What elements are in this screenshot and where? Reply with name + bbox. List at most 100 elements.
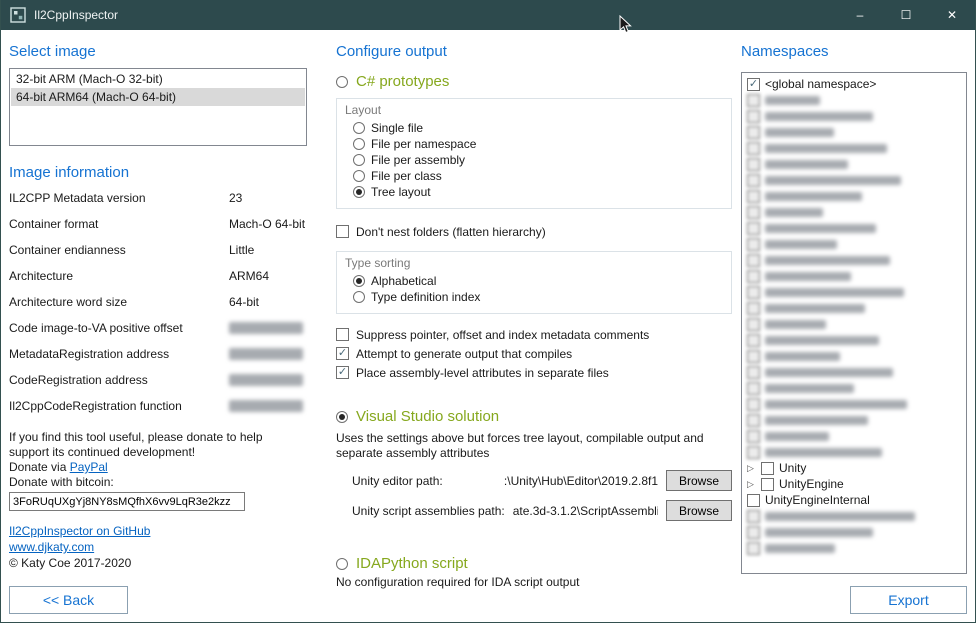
namespace-row[interactable] bbox=[744, 108, 964, 124]
idapython-radio[interactable] bbox=[336, 558, 348, 570]
namespace-row[interactable] bbox=[744, 204, 964, 220]
checkbox[interactable] bbox=[747, 238, 760, 251]
namespace-row[interactable] bbox=[744, 540, 964, 556]
unity-script-browse-button[interactable]: Browse bbox=[666, 500, 732, 521]
website-link[interactable]: www.djkaty.com bbox=[9, 540, 94, 554]
visual-studio-radio[interactable] bbox=[336, 411, 348, 423]
namespace-row[interactable] bbox=[744, 172, 964, 188]
type-sorting-option[interactable]: Type definition index bbox=[353, 289, 723, 304]
layout-option[interactable]: File per assembly bbox=[353, 152, 723, 167]
checkbox[interactable] bbox=[761, 478, 774, 491]
namespace-row[interactable] bbox=[744, 92, 964, 108]
checkbox[interactable] bbox=[747, 190, 760, 203]
image-list[interactable]: 32-bit ARM (Mach-O 32-bit)64-bit ARM64 (… bbox=[9, 68, 307, 146]
checkbox[interactable] bbox=[747, 286, 760, 299]
checkbox[interactable] bbox=[747, 318, 760, 331]
idapython-option[interactable]: IDAPython script bbox=[336, 555, 732, 572]
namespace-row[interactable] bbox=[744, 284, 964, 300]
csharp-prototypes-radio[interactable] bbox=[336, 76, 348, 88]
namespace-row[interactable] bbox=[744, 364, 964, 380]
checkbox[interactable] bbox=[747, 126, 760, 139]
checkbox[interactable] bbox=[747, 446, 760, 459]
namespace-row[interactable] bbox=[744, 348, 964, 364]
checkbox[interactable] bbox=[747, 222, 760, 235]
namespace-row[interactable] bbox=[744, 524, 964, 540]
namespace-row[interactable]: ✓<global namespace> bbox=[744, 76, 964, 92]
output-option-checkbox-row[interactable]: ✓Place assembly-level attributes in sepa… bbox=[336, 366, 732, 380]
expander-icon[interactable]: ▷ bbox=[747, 460, 756, 476]
flatten-checkbox[interactable] bbox=[336, 225, 349, 238]
checkbox[interactable] bbox=[747, 382, 760, 395]
namespace-row[interactable] bbox=[744, 332, 964, 348]
checkbox[interactable] bbox=[747, 254, 760, 267]
namespace-row[interactable] bbox=[744, 188, 964, 204]
namespace-row[interactable] bbox=[744, 220, 964, 236]
checkbox[interactable] bbox=[747, 302, 760, 315]
checkbox[interactable] bbox=[747, 206, 760, 219]
checkbox[interactable]: ✓ bbox=[747, 78, 760, 91]
checkbox[interactable] bbox=[747, 94, 760, 107]
bitcoin-address-input[interactable] bbox=[9, 492, 245, 511]
checkbox[interactable] bbox=[747, 142, 760, 155]
checkbox[interactable] bbox=[747, 270, 760, 283]
radio[interactable] bbox=[353, 122, 365, 134]
csharp-prototypes-option[interactable]: C# prototypes bbox=[336, 73, 732, 90]
namespace-row[interactable]: ▷UnityEngine bbox=[744, 476, 964, 492]
radio[interactable] bbox=[353, 170, 365, 182]
layout-option[interactable]: Single file bbox=[353, 120, 723, 135]
checkbox[interactable] bbox=[747, 366, 760, 379]
radio[interactable] bbox=[353, 291, 365, 303]
radio[interactable] bbox=[353, 186, 365, 198]
namespace-row[interactable] bbox=[744, 236, 964, 252]
namespace-row[interactable] bbox=[744, 444, 964, 460]
checkbox[interactable] bbox=[747, 158, 760, 171]
checkbox[interactable] bbox=[747, 398, 760, 411]
checkbox[interactable]: ✓ bbox=[336, 366, 349, 379]
checkbox[interactable] bbox=[747, 430, 760, 443]
radio[interactable] bbox=[353, 154, 365, 166]
visual-studio-option[interactable]: Visual Studio solution bbox=[336, 408, 732, 425]
export-button[interactable]: Export bbox=[850, 586, 967, 614]
maximize-button[interactable]: ☐ bbox=[883, 0, 929, 30]
namespace-row[interactable] bbox=[744, 316, 964, 332]
layout-option[interactable]: Tree layout bbox=[353, 184, 723, 199]
checkbox[interactable]: ✓ bbox=[336, 347, 349, 360]
radio[interactable] bbox=[353, 275, 365, 287]
checkbox[interactable] bbox=[747, 350, 760, 363]
namespace-row[interactable]: ▷Unity bbox=[744, 460, 964, 476]
checkbox[interactable] bbox=[747, 510, 760, 523]
checkbox[interactable] bbox=[747, 494, 760, 507]
close-button[interactable]: ✕ bbox=[929, 0, 975, 30]
output-option-checkbox-row[interactable]: Suppress pointer, offset and index metad… bbox=[336, 328, 732, 342]
namespace-row[interactable]: UnityEngineInternal bbox=[744, 492, 964, 508]
expander-icon[interactable]: ▷ bbox=[747, 476, 756, 492]
radio[interactable] bbox=[353, 138, 365, 150]
image-list-item[interactable]: 32-bit ARM (Mach-O 32-bit) bbox=[11, 70, 305, 88]
paypal-link[interactable]: PayPal bbox=[70, 460, 108, 474]
back-button[interactable]: << Back bbox=[9, 586, 128, 614]
checkbox[interactable] bbox=[747, 526, 760, 539]
namespace-row[interactable] bbox=[744, 300, 964, 316]
type-sorting-option[interactable]: Alphabetical bbox=[353, 273, 723, 288]
checkbox[interactable] bbox=[747, 110, 760, 123]
namespace-row[interactable] bbox=[744, 268, 964, 284]
checkbox[interactable] bbox=[747, 334, 760, 347]
namespace-row[interactable] bbox=[744, 396, 964, 412]
github-link[interactable]: Il2CppInspector on GitHub bbox=[9, 524, 150, 538]
namespace-row[interactable] bbox=[744, 412, 964, 428]
namespace-row[interactable] bbox=[744, 380, 964, 396]
namespace-row[interactable] bbox=[744, 428, 964, 444]
checkbox[interactable] bbox=[747, 174, 760, 187]
checkbox[interactable] bbox=[336, 328, 349, 341]
output-option-checkbox-row[interactable]: ✓Attempt to generate output that compile… bbox=[336, 347, 732, 361]
namespace-row[interactable] bbox=[744, 140, 964, 156]
namespace-row[interactable] bbox=[744, 508, 964, 524]
checkbox[interactable] bbox=[747, 542, 760, 555]
checkbox[interactable] bbox=[761, 462, 774, 475]
unity-editor-browse-button[interactable]: Browse bbox=[666, 470, 732, 491]
minimize-button[interactable]: – bbox=[837, 0, 883, 30]
namespace-row[interactable] bbox=[744, 252, 964, 268]
namespace-row[interactable] bbox=[744, 124, 964, 140]
layout-option[interactable]: File per class bbox=[353, 168, 723, 183]
namespace-row[interactable] bbox=[744, 156, 964, 172]
